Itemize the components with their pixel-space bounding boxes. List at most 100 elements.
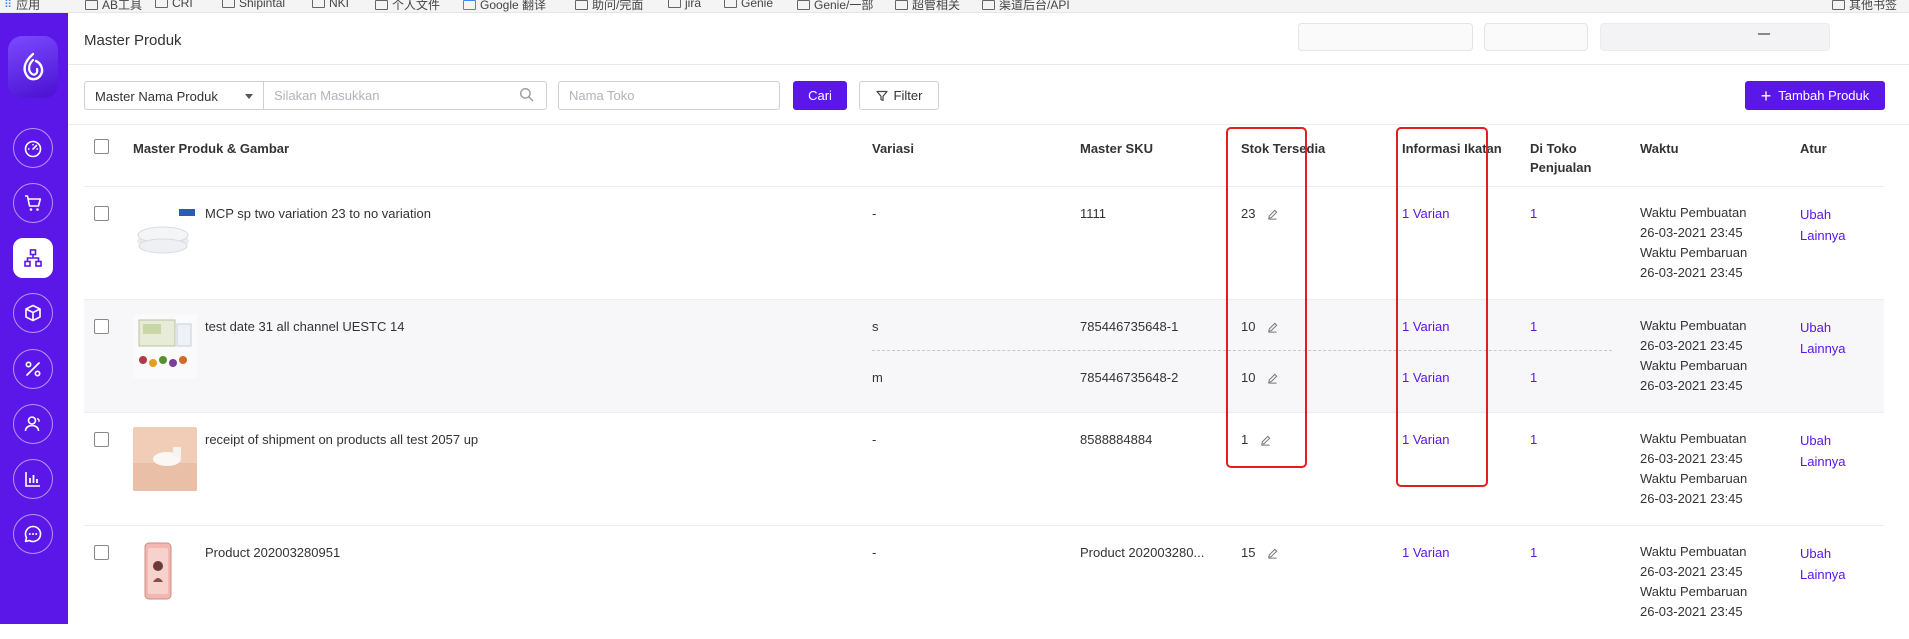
column-header: Variasi [872,141,914,156]
search-input[interactable] [263,81,547,110]
edit-link[interactable]: Ubah [1800,320,1831,336]
bookmark-item[interactable]: 超管相关 [895,0,960,12]
product-image [133,427,197,491]
store-count-link[interactable]: 1 [1530,545,1537,561]
product-name[interactable]: test date 31 all channel UESTC 14 [205,319,404,335]
folder-icon [895,0,908,10]
folder-icon [312,0,325,8]
sku-value: 1111 [1080,206,1107,221]
product-name[interactable]: receipt of shipment on products all test… [205,432,478,448]
table-row: Product 202003280951 - Product 202003280… [84,526,1884,639]
product-image [133,201,197,265]
bookmark-item[interactable]: CRI [155,0,193,10]
folder-icon [575,0,588,10]
bookmark-item[interactable]: Shipintal [222,0,285,10]
box-icon [25,304,41,322]
row-checkbox[interactable] [94,206,109,221]
bookmark-item[interactable]: Genie [724,0,773,10]
product-name[interactable]: MCP sp two variation 23 to no variation [205,206,431,222]
users-icon [24,416,40,432]
product-image [133,540,197,604]
page-title: Master Produk [84,32,182,49]
column-header: Master Produk & Gambar [133,141,290,156]
store-count-link[interactable]: 1 [1530,319,1537,335]
highlight-box-binding [1396,127,1488,487]
add-product-button[interactable]: + Tambah Produk [1745,81,1885,110]
highlight-box-stock [1226,127,1307,468]
edit-link[interactable]: Ubah [1800,546,1831,562]
row-checkbox[interactable] [94,545,109,560]
header-control[interactable] [1600,23,1830,51]
binding-link[interactable]: 1 Varian [1402,545,1449,561]
more-link[interactable]: Lainnya [1800,454,1846,470]
logo-icon [23,52,44,81]
sku-value: 8588884884 [1080,432,1153,447]
store-count-link[interactable]: 1 [1530,370,1537,386]
bookmark-item[interactable]: Google 翻译 [463,0,546,12]
more-link[interactable]: Lainnya [1800,228,1846,244]
search-field-select[interactable]: Master Nama Produk [84,81,264,110]
dashboard-icon [24,140,42,158]
variation-value: s [872,319,879,334]
bookmark-item[interactable]: NKI [312,0,349,10]
edit-link[interactable]: Ubah [1800,433,1831,449]
nav-inventory[interactable] [13,293,53,333]
variation-value: m [872,370,883,385]
nav-reports[interactable] [13,459,53,499]
cart-icon [25,195,42,211]
nav-dashboard[interactable] [13,128,53,168]
table-row: MCP sp two variation 23 to no variation … [84,187,1884,300]
column-header: Di Toko Penjualan [1530,141,1592,175]
menu-icon [1758,33,1770,35]
nav-promotion[interactable] [13,349,53,389]
nav-chat[interactable] [13,514,53,554]
store-name-input[interactable] [558,81,780,110]
bookmark-other[interactable]: 其他书签 [1832,0,1897,12]
bookmark-item[interactable]: AB工具 [85,0,142,12]
bookmark-item[interactable]: 渠道后台/API [982,0,1070,12]
time-info: Waktu Pembuatan 26-03-2021 23:45 Waktu P… [1640,205,1748,280]
product-image [133,314,197,378]
header-control[interactable] [1484,23,1588,51]
folder-icon [155,0,168,8]
nav-orders[interactable] [13,183,53,223]
product-name[interactable]: Product 202003280951 [205,545,340,561]
row-checkbox[interactable] [94,432,109,447]
bookmark-item[interactable]: Genie/一部 [797,0,873,12]
sku-value: 785446735648-1 [1080,319,1179,334]
store-count-link[interactable]: 1 [1530,432,1537,448]
folder-icon [85,0,98,10]
filter-button[interactable]: Filter [859,81,939,110]
select-all-checkbox[interactable] [94,139,109,154]
bookmark-item[interactable]: 个人文件 [375,0,440,12]
bookmark-item[interactable]: jira [668,0,701,10]
variation-value: - [872,432,877,447]
time-info: Waktu Pembuatan 26-03-2021 23:45 Waktu P… [1640,318,1748,393]
more-link[interactable]: Lainnya [1800,567,1846,583]
search-button[interactable]: Cari [793,81,847,110]
row-checkbox[interactable] [94,319,109,334]
page-header: Master Produk [68,13,1909,65]
app-logo[interactable] [8,36,58,98]
folder-icon [222,0,235,8]
edit-pencil-icon[interactable] [1267,548,1278,559]
table-row: test date 31 all channel UESTC 14 s 7854… [84,300,1884,413]
nav-master-produk[interactable] [13,238,53,278]
time-info: Waktu Pembuatan 26-03-2021 23:45 Waktu P… [1640,544,1748,619]
store-count-link[interactable]: 1 [1530,206,1537,222]
table-row: receipt of shipment on products all test… [84,413,1884,526]
time-info: Waktu Pembuatan 26-03-2021 23:45 Waktu P… [1640,431,1748,506]
nav-customers[interactable] [13,404,53,444]
edit-link[interactable]: Ubah [1800,207,1831,223]
more-link[interactable]: Lainnya [1800,341,1846,357]
variation-value: - [872,545,877,560]
bar-chart-icon [25,472,40,487]
column-header: Atur [1800,141,1827,156]
bookmark-apps[interactable]: ⠿ 应用 [4,0,40,12]
translate-icon [463,0,476,10]
hierarchy-icon [24,249,42,267]
header-control[interactable] [1298,23,1473,51]
bookmark-item[interactable]: 助问/完面 [575,0,643,12]
search-icon[interactable] [519,87,534,102]
filter-icon [875,90,888,101]
